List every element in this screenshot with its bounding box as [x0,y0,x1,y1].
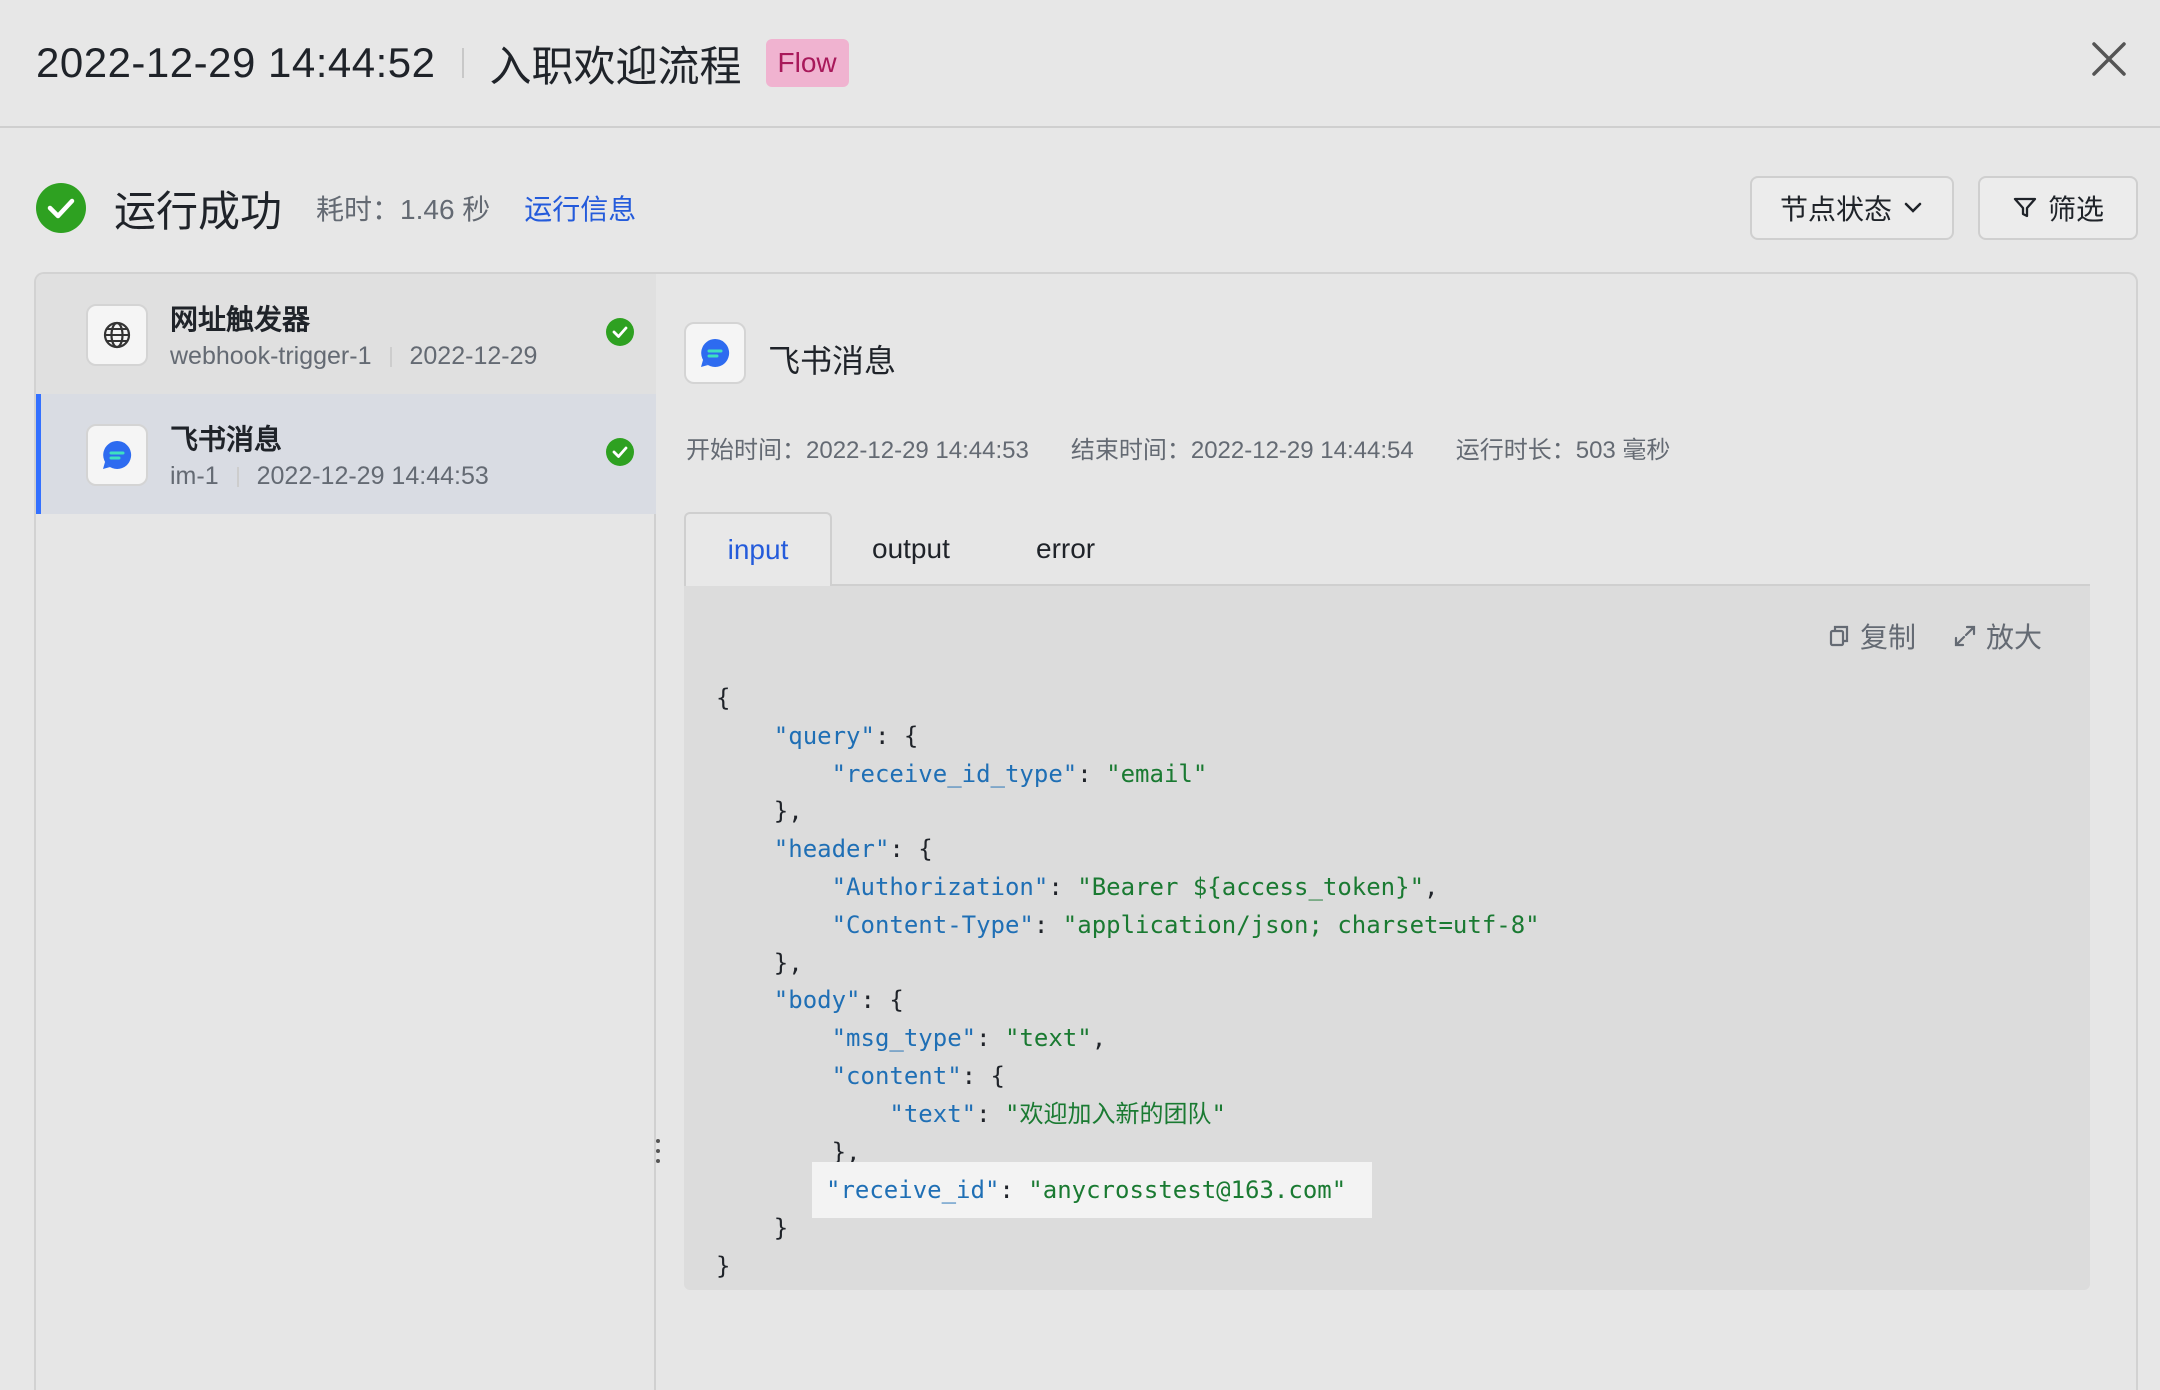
end-time: 结束时间：2022-12-29 14:44:54 [1070,437,1414,464]
status-title: 运行成功 [114,187,283,235]
close-icon[interactable] [2086,36,2132,82]
expand-icon [1954,625,1976,647]
code-line: }, [716,948,803,977]
code-line: "msg_type": "text", [831,1024,1107,1053]
node-meta: im-1 2022-12-29 14:44:53 [170,462,489,491]
node-list: 网址触发器 webhook-trigger-1 2022-12-29 飞书消息 … [36,274,656,1390]
run-status: 运行成功 耗时：1.46 秒 运行信息 [36,180,636,236]
tab-error[interactable]: error [1036,512,1095,586]
chevron-down-icon [1904,202,1922,213]
code-line: "receive_id": "anycrosstest@163.com" [812,1162,1373,1219]
node-title: 网址触发器 [170,304,311,335]
run-timestamp: 2022-12-29 14:44:52 [36,39,436,86]
code-line: "content": { [831,1061,1005,1090]
json-viewer: 复制 放大 { "query": { "receive_id_type": "e… [684,586,2090,1290]
detail-meta: 开始时间：2022-12-29 14:44:53 结束时间：2022-12-29… [686,430,1712,465]
code-line: }, [716,797,803,826]
filter-icon [2013,197,2037,218]
expand-button[interactable]: 放大 [1952,616,2042,656]
code-line: } [716,1251,731,1280]
success-check-icon [606,438,634,466]
node-title: 飞书消息 [170,424,283,455]
flow-name: 入职欢迎流程 [489,42,742,90]
copy-icon [1829,625,1849,647]
io-tabs: input output error [684,512,2090,588]
code-line: "Content-Type": "application/json; chars… [831,910,1540,939]
flow-type-badge: Flow [765,39,849,87]
node-id: webhook-trigger-1 [170,342,372,370]
filter-button[interactable]: 筛选 [1978,176,2138,240]
detail-title: 飞书消息 [768,343,897,379]
code-line: "Authorization": "Bearer ${access_token}… [831,872,1439,901]
run-duration: 耗时：1.46 秒 [316,194,491,225]
node-meta: webhook-trigger-1 2022-12-29 [170,342,537,371]
success-check-icon [36,183,86,233]
copy-button[interactable]: 复制 [1826,616,1916,656]
node-state-dropdown[interactable]: 节点状态 [1750,176,1954,240]
run-info-link[interactable]: 运行信息 [524,188,636,228]
expand-label: 放大 [1985,622,2042,653]
node-item-webhook-trigger[interactable]: 网址触发器 webhook-trigger-1 2022-12-29 [36,274,656,394]
start-time: 开始时间：2022-12-29 14:44:53 [686,437,1029,464]
filter-label: 筛选 [2047,194,2104,225]
node-item-lark-message[interactable]: 飞书消息 im-1 2022-12-29 14:44:53 [36,394,656,514]
header-bar: 2022-12-29 14:44:52 入职欢迎流程 Flow [0,0,2160,128]
code-actions: 复制 放大 [1790,616,2042,656]
tab-input[interactable]: input [684,512,832,588]
copy-label: 复制 [1859,622,1916,653]
code-line: "body": { [773,986,904,1015]
code-line: "query": { [773,721,919,750]
tab-output[interactable]: output [872,512,950,586]
lark-message-icon [86,424,148,486]
code-line: "header": { [773,835,933,864]
run-detail-panel: 网址触发器 webhook-trigger-1 2022-12-29 飞书消息 … [34,272,2138,1390]
json-code: { "query": { "receive_id_type": "email" … [716,680,1540,1286]
node-time: 2022-12-29 14:44:53 [256,462,489,490]
code-line: { [716,684,731,712]
code-line: "receive_id_type": "email" [831,759,1208,788]
globe-icon [86,304,148,366]
node-id: im-1 [170,462,219,490]
run-duration: 运行时长：503 毫秒 [1455,437,1671,464]
node-state-label: 节点状态 [1779,194,1892,225]
code-line: "text": "欢迎加入新的团队" [889,1099,1226,1128]
node-time: 2022-12-29 [409,342,538,370]
success-check-icon [606,318,634,346]
node-detail: 飞书消息 开始时间：2022-12-29 14:44:53 结束时间：2022-… [658,274,2136,1390]
lark-message-icon [684,322,746,384]
header-divider [461,48,464,78]
